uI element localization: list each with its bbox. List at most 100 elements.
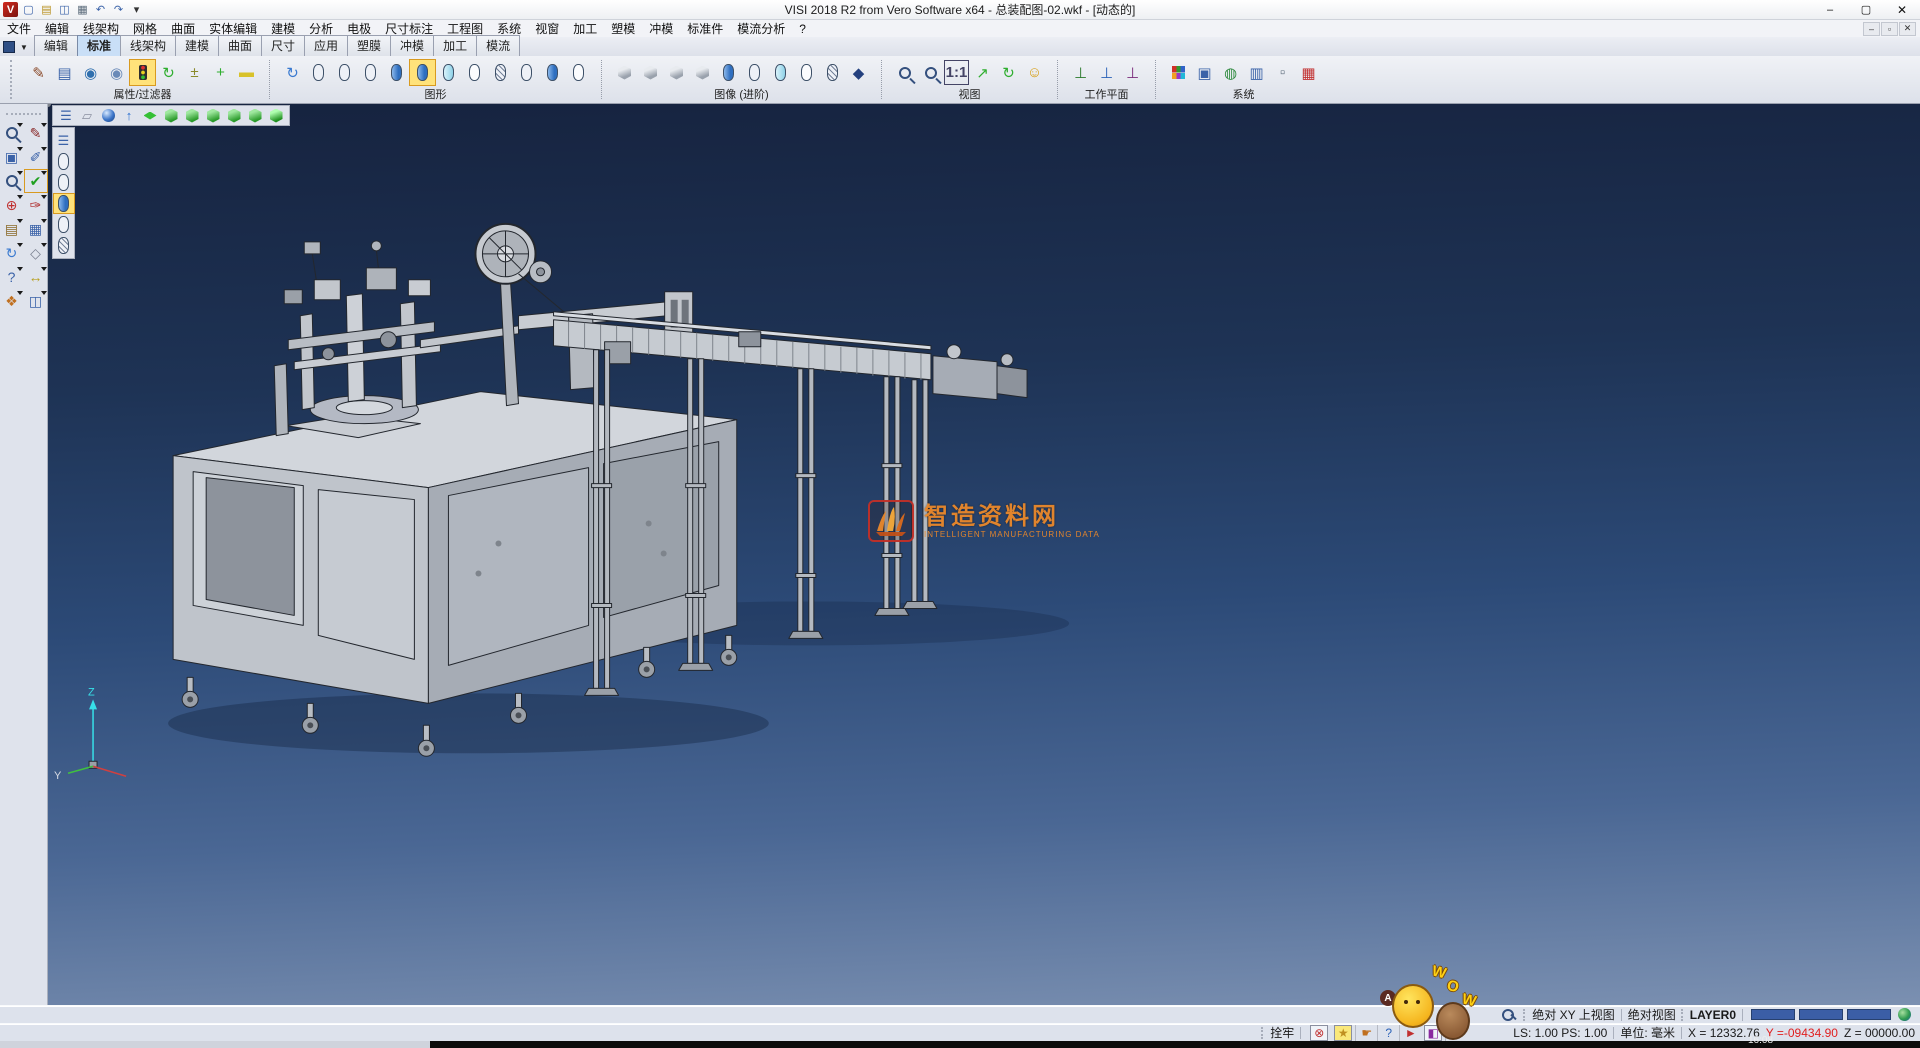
tab-application[interactable]: 应用 bbox=[304, 35, 348, 56]
menu-help[interactable]: ? bbox=[792, 20, 813, 37]
status-search-icon[interactable] bbox=[1498, 1009, 1518, 1021]
circle-sketch-icon[interactable]: ✐ bbox=[25, 146, 47, 168]
window-ruler-icon[interactable]: ▥ bbox=[1244, 60, 1269, 85]
cylinder-outline-icon[interactable] bbox=[742, 60, 767, 85]
spline-sketch-icon[interactable]: ✑ bbox=[25, 194, 47, 216]
menu-file[interactable]: 文件 bbox=[0, 20, 38, 37]
zoom-dynamic-icon[interactable] bbox=[1, 170, 23, 192]
minimize-button[interactable]: – bbox=[1812, 1, 1848, 19]
erase-attributes-icon[interactable]: ✎ bbox=[26, 60, 51, 85]
view-back-icon[interactable] bbox=[182, 107, 202, 125]
system-window-icon[interactable]: ▣ bbox=[1192, 60, 1217, 85]
toolbar-drag-handle[interactable] bbox=[10, 60, 14, 99]
selection-filter-icon[interactable]: ▫ bbox=[1270, 60, 1295, 85]
tab-moldflow[interactable]: 模流 bbox=[476, 35, 520, 56]
color-palette-icon[interactable] bbox=[1166, 60, 1191, 85]
refresh-view-icon[interactable]: ↻ bbox=[996, 60, 1021, 85]
layer-color-chip-1[interactable] bbox=[1751, 1009, 1795, 1020]
redo-icon[interactable]: ↷ bbox=[110, 2, 127, 17]
cylinder-hatch-icon[interactable] bbox=[820, 60, 845, 85]
tab-modeling[interactable]: 建模 bbox=[175, 35, 219, 56]
new-file-icon[interactable]: ▢ bbox=[20, 2, 37, 17]
solid-outline-1-icon[interactable] bbox=[306, 60, 331, 85]
workplane-new-icon[interactable]: ⊥ bbox=[1094, 60, 1119, 85]
mdi-restore-button[interactable]: ▫ bbox=[1881, 22, 1898, 36]
menu-machining[interactable]: 加工 bbox=[566, 20, 604, 37]
view-shaded-icon[interactable] bbox=[266, 107, 286, 125]
cylinder-check-icon[interactable] bbox=[768, 60, 793, 85]
menu-standard-parts[interactable]: 标准件 bbox=[680, 20, 730, 37]
display-list-icon[interactable]: ☰ bbox=[54, 131, 74, 150]
view-right-icon[interactable] bbox=[224, 107, 244, 125]
mdi-close-button[interactable]: ✕ bbox=[1899, 22, 1916, 36]
help-icon[interactable]: ? bbox=[1, 266, 23, 288]
tab-plastic[interactable]: 塑膜 bbox=[347, 35, 391, 56]
display-outline-icon[interactable] bbox=[54, 215, 74, 234]
quick-access-dropdown-icon[interactable]: ▾ bbox=[128, 2, 145, 17]
tab-machining[interactable]: 加工 bbox=[433, 35, 477, 56]
direction-snap-icon[interactable]: ► bbox=[1399, 1025, 1421, 1041]
refresh-graphics-icon[interactable]: ↻ bbox=[280, 60, 305, 85]
display-hidden-line-icon[interactable] bbox=[54, 173, 74, 192]
tab-standard[interactable]: 标准 bbox=[77, 35, 121, 56]
view-left-icon[interactable] bbox=[203, 107, 223, 125]
solid-plusminus-icon[interactable] bbox=[690, 60, 715, 85]
solid-transparent-icon[interactable] bbox=[436, 60, 461, 85]
ucs-move-icon[interactable]: ⊕ bbox=[1, 194, 23, 216]
gem-view-icon[interactable]: ◆ bbox=[846, 60, 871, 85]
system-settings-icon[interactable]: ◍ bbox=[1218, 60, 1243, 85]
rotate-lock-icon[interactable]: ⊗ bbox=[1310, 1025, 1328, 1041]
solid-cube-icon[interactable]: ◇ bbox=[25, 242, 47, 264]
tab-die[interactable]: 冲模 bbox=[390, 35, 434, 56]
add-visible-icon[interactable]: + bbox=[208, 60, 233, 85]
solid-shaded-icon[interactable] bbox=[384, 60, 409, 85]
layer-color-chip-3[interactable] bbox=[1847, 1009, 1891, 1020]
workplane-align-icon[interactable]: ⊥ bbox=[1120, 60, 1145, 85]
zoom-extents-icon[interactable]: ↗ bbox=[970, 60, 995, 85]
refresh-solid-icon[interactable] bbox=[664, 60, 689, 85]
delete-graphics-icon[interactable] bbox=[514, 60, 539, 85]
attribute-books-icon[interactable]: ▤ bbox=[1, 218, 23, 240]
mdi-minimize-button[interactable]: – bbox=[1863, 22, 1880, 36]
tab-edit[interactable]: 编辑 bbox=[34, 35, 78, 56]
visibility-traffic-light-icon[interactable] bbox=[130, 60, 155, 85]
menu-moldflow[interactable]: 模流分析 bbox=[730, 20, 792, 37]
menu-die[interactable]: 冲模 bbox=[642, 20, 680, 37]
zoom-window-icon[interactable]: ▱ bbox=[77, 107, 97, 125]
save-view-icon[interactable]: ◫ bbox=[25, 290, 47, 312]
display-wireframe-icon[interactable] bbox=[54, 152, 74, 171]
show-entities-eye-icon[interactable]: ◉ bbox=[78, 60, 103, 85]
measure-distance-icon[interactable]: ↔ bbox=[25, 266, 47, 288]
solid-white-icon[interactable] bbox=[462, 60, 487, 85]
tab-overflow-caret[interactable]: ▼ bbox=[18, 43, 34, 56]
zoom-window-icon[interactable] bbox=[918, 60, 943, 85]
machine-3d-model[interactable]: Z Y bbox=[48, 104, 1920, 1005]
graphics-tools-icon[interactable] bbox=[566, 60, 591, 85]
toggle-visibility-icon[interactable]: ± bbox=[182, 60, 207, 85]
menu-plastic-mold[interactable]: 塑模 bbox=[604, 20, 642, 37]
refresh-visibility-icon[interactable]: ↻ bbox=[156, 60, 181, 85]
globe-icon[interactable] bbox=[1893, 1008, 1915, 1021]
cylinder-clipboard-icon[interactable] bbox=[794, 60, 819, 85]
tab-wireframe[interactable]: 线架构 bbox=[120, 35, 176, 56]
snap-help-icon[interactable]: ? bbox=[1377, 1025, 1399, 1041]
display-hatched-icon[interactable] bbox=[54, 236, 74, 255]
layer-color-chip-2[interactable] bbox=[1799, 1009, 1843, 1020]
coordinate-system-icon[interactable]: ↑ bbox=[119, 107, 139, 125]
view-lock-mode[interactable]: 绝对 XY 上视图 bbox=[1532, 1006, 1614, 1023]
smiley-render-icon[interactable]: ☺ bbox=[1022, 60, 1047, 85]
viewport-3d[interactable]: ☰▱ ↑ ☰ bbox=[48, 104, 1920, 1005]
solid-outline-3-icon[interactable] bbox=[358, 60, 383, 85]
view-list-menu-icon[interactable]: ☰ bbox=[56, 107, 76, 125]
active-layer-label[interactable]: LAYER0 bbox=[1690, 1008, 1736, 1022]
solid-shaded-edges-icon[interactable] bbox=[410, 60, 435, 85]
render-palette-icon[interactable]: ❖ bbox=[1, 290, 23, 312]
workplane-origin-icon[interactable]: ⊥ bbox=[1068, 60, 1093, 85]
absolute-view-label[interactable]: 绝对视图 bbox=[1628, 1006, 1676, 1023]
print-icon[interactable]: ▦ bbox=[74, 2, 91, 17]
zoom-select-icon[interactable] bbox=[1, 122, 23, 144]
solid-hatched-icon[interactable] bbox=[488, 60, 513, 85]
dock-drag-handle[interactable] bbox=[6, 113, 41, 118]
confirm-check-icon[interactable]: ✔ bbox=[25, 170, 47, 192]
tab-surface[interactable]: 曲面 bbox=[218, 35, 262, 56]
